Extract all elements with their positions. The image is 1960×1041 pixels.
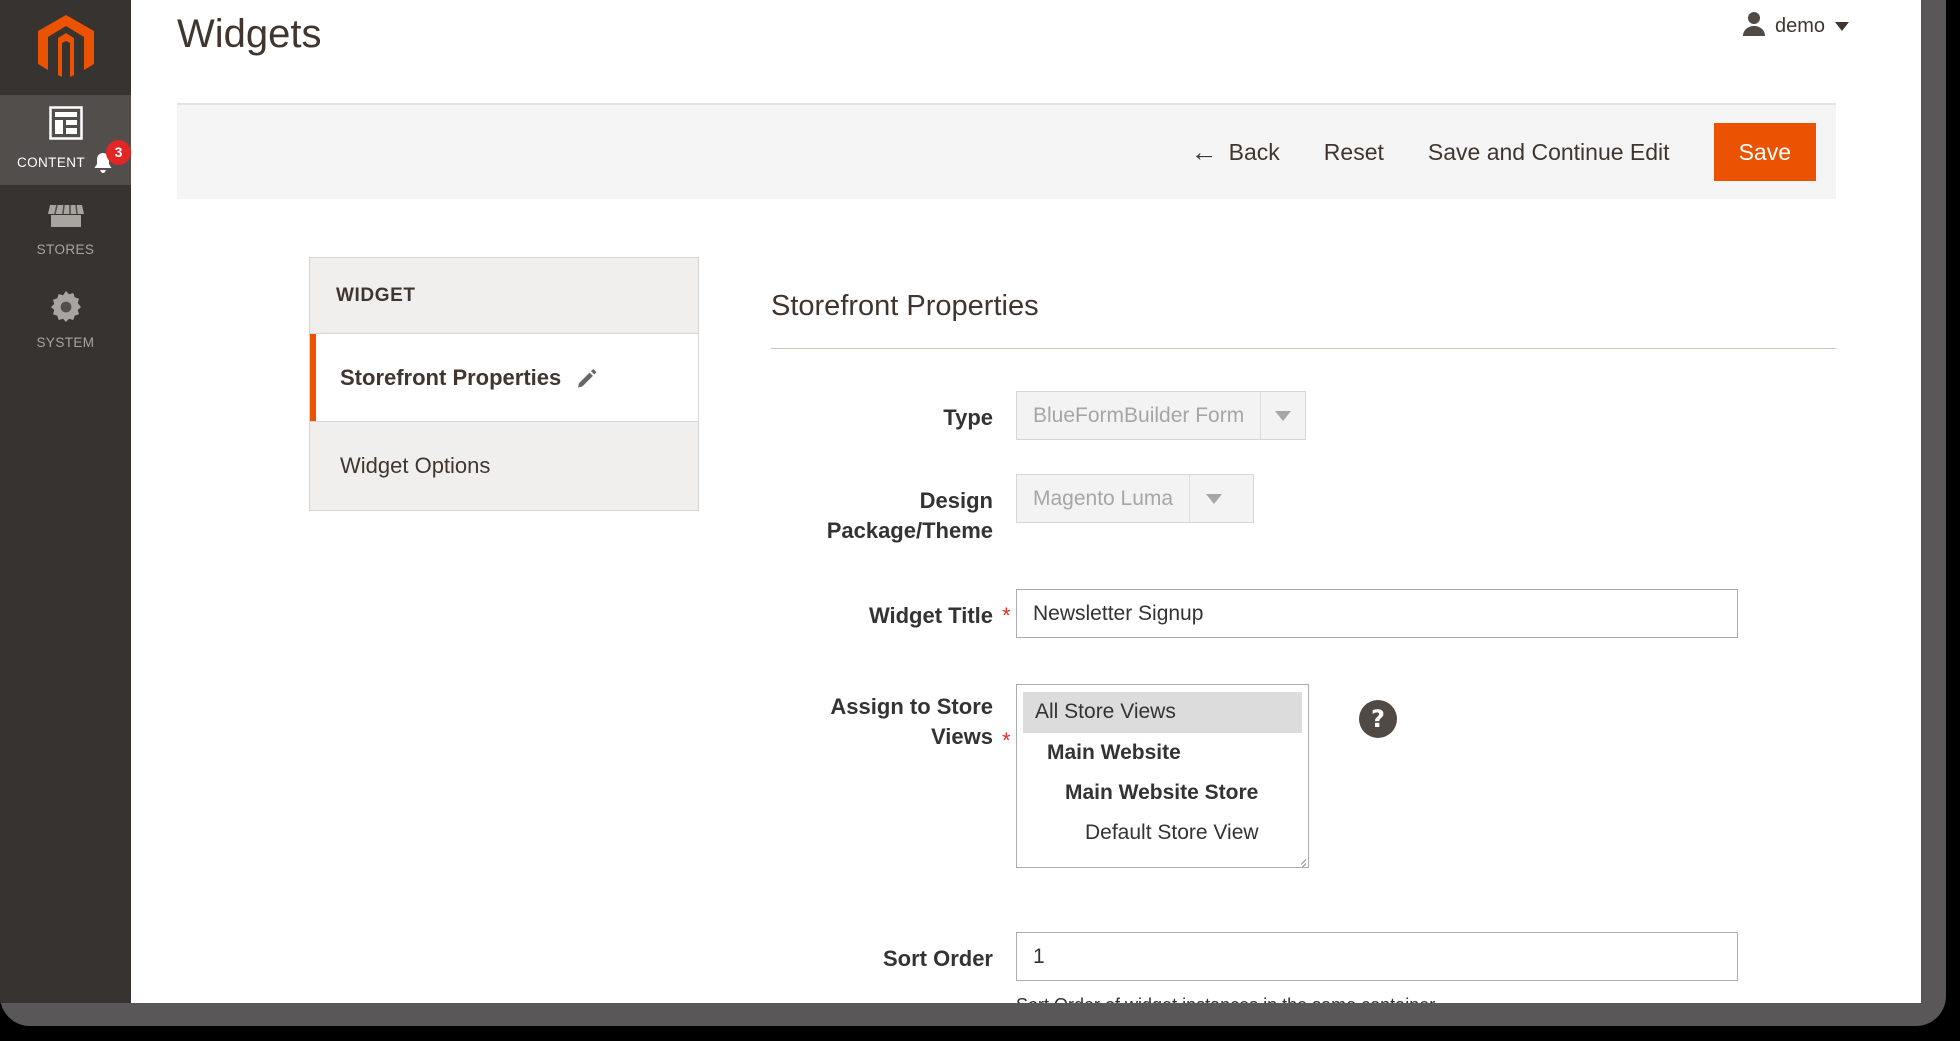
field-control: Magento Luma [1016,474,1254,523]
sidebar-item-stores[interactable]: STORES [0,185,131,275]
user-name-label: demo [1774,14,1825,37]
storefront-properties-form: Storefront Properties Type BlueFormBuild… [771,290,1836,1003]
required-marker: * [1002,728,1011,754]
sidebar-item-system[interactable]: SYSTEM [0,275,131,365]
tab-widget-options[interactable]: Widget Options [310,422,698,510]
field-control: All Store Views Main Website Main Websit… [1016,684,1397,869]
store-views-multiselect[interactable]: All Store Views Main Website Main Websit… [1016,684,1309,869]
field-label: Assign to Store Views [830,694,993,750]
question-mark-icon[interactable]: ? [1359,700,1397,739]
tab-label: Widget Options [340,453,491,478]
chevron-down-icon [1260,392,1305,439]
arrow-left-icon: ← [1190,136,1218,167]
magento-logo-icon[interactable] [0,0,131,95]
field-sort-order: Sort Order Sort Order of widget instance… [771,932,1836,1003]
multiselect-option[interactable]: Default Store View [1023,813,1302,853]
resize-handle[interactable] [1292,852,1307,868]
tab-label: Storefront Properties [340,364,562,390]
notification-count-badge: 3 [106,139,132,165]
gear-icon [49,290,83,329]
design-theme-select[interactable]: Magento Luma [1016,474,1254,523]
browser-viewport: CONTENT 3 STORES SYSTEM Widgets demo ← B… [0,0,1921,1003]
page-title: Widgets [177,12,322,56]
field-label: Widget Title [868,603,993,629]
back-button-label: Back [1228,138,1280,165]
field-control: BlueFormBuilder Form [1016,391,1306,440]
chevron-down-icon [1835,21,1849,31]
type-select[interactable]: BlueFormBuilder Form [1016,391,1306,440]
sidebar-item-label: CONTENT [16,155,86,170]
widget-panel-title: WIDGET [310,258,698,334]
store-icon [47,203,84,236]
widget-tab-panel: WIDGET Storefront Properties Widget Opti… [309,257,699,511]
admin-sidebar: CONTENT 3 STORES SYSTEM [0,0,132,1003]
field-store-views: Assign to Store Views * All Store Views … [771,684,1836,869]
widget-title-input[interactable] [1016,589,1738,639]
sort-order-note: Sort Order of widget instances in the sa… [1016,995,1738,1003]
multiselect-option[interactable]: All Store Views [1023,692,1302,733]
tab-storefront-properties[interactable]: Storefront Properties [310,334,698,422]
notifications-bell-icon[interactable]: 3 [92,139,132,175]
sidebar-item-label: STORES [36,242,95,257]
sidebar-item-content[interactable]: CONTENT 3 [0,95,132,185]
user-avatar-icon [1742,11,1766,41]
page-actions-toolbar: ← Back Reset Save and Continue Edit Save [177,103,1836,199]
field-control [1016,589,1738,639]
field-label: Sort Order [882,946,993,972]
device-frame: CONTENT 3 STORES SYSTEM Widgets demo ← B… [0,0,1946,1026]
save-and-continue-edit-button[interactable]: Save and Continue Edit [1428,139,1670,166]
section-title: Storefront Properties [771,290,1836,349]
back-button[interactable]: ← Back [1190,136,1280,167]
field-label: Design Package/Theme [826,488,993,543]
multiselect-option[interactable]: Main Website [1023,733,1302,773]
user-menu[interactable]: demo [1742,11,1849,41]
multiselect-option[interactable]: Main Website Store [1023,773,1302,813]
page-header: Widgets demo [131,0,1921,103]
type-select-value: BlueFormBuilder Form [1033,403,1245,427]
field-label: Type [943,405,993,430]
required-marker: * [1002,603,1011,629]
sidebar-item-label: SYSTEM [36,335,95,350]
save-button[interactable]: Save [1713,123,1816,181]
field-control: Sort Order of widget instances in the sa… [1016,932,1738,1003]
sort-order-input[interactable] [1016,932,1738,982]
field-widget-title: Widget Title * [771,589,1836,639]
content-layout-icon [48,105,83,145]
chevron-down-icon [1189,475,1237,522]
design-theme-select-value: Magento Luma [1033,486,1174,510]
reset-button[interactable]: Reset [1324,139,1384,166]
field-design-theme: Design Package/Theme Magento Luma [771,474,1836,545]
pencil-icon [576,367,598,389]
field-type: Type BlueFormBuilder Form [771,391,1836,440]
main-content: Widgets demo ← Back Reset Save and Conti… [131,0,1921,1003]
